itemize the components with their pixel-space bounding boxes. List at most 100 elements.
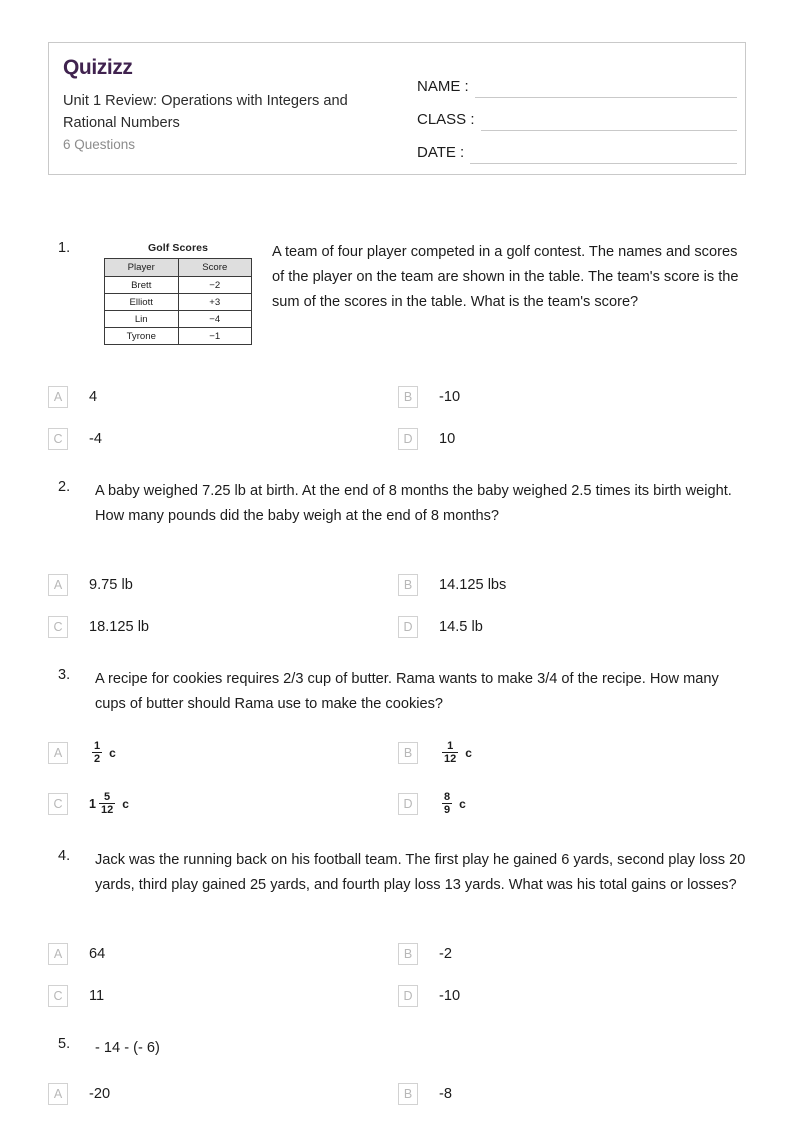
option-d[interactable]: D -10 [398,985,460,1007]
name-field-row: NAME : [417,65,737,98]
option-a[interactable]: A 9.75 lb [48,574,133,596]
option-b[interactable]: B 14.125 lbs [398,574,506,596]
option-letter: B [398,1083,418,1105]
column-header-score: Score [177,258,252,277]
cell-player: Brett [104,276,179,294]
option-text: 1 2 c [89,740,116,765]
option-text: 11 [89,988,105,1004]
student-info-fields: NAME : CLASS : DATE : [417,65,737,164]
question-number: 1. [58,240,71,256]
option-letter: D [398,985,418,1007]
name-input-line[interactable] [474,76,737,98]
option-d[interactable]: D 8 9 c [398,791,466,816]
option-letter: D [398,616,418,638]
fraction-unit: c [465,745,472,760]
option-letter: D [398,428,418,450]
option-text: 18.125 lb [89,619,150,635]
fraction-numerator: 1 [94,740,101,752]
cell-player: Lin [104,310,179,328]
fraction: 1 12 [442,740,459,765]
option-letter: A [48,943,68,965]
table-header-row: Player Score [104,258,252,277]
option-letter: B [398,386,418,408]
option-letter: C [48,985,68,1007]
fraction-unit: c [109,745,116,760]
date-input-line[interactable] [470,142,737,164]
option-letter: B [398,943,418,965]
option-letter: B [398,741,418,764]
option-b[interactable]: B -8 [398,1083,452,1105]
fraction-numerator: 5 [104,791,111,803]
fraction: 5 12 [98,791,116,816]
question-text: A baby weighed 7.25 lb at birth. At the … [95,483,732,524]
page-title: Unit 1 Review: Operations with Integers … [63,93,348,131]
table-row: Lin −4 [104,310,252,328]
table-row: Elliott +3 [104,293,252,311]
option-c[interactable]: C -4 [48,428,102,450]
fraction-whole: 1 [89,796,96,811]
fraction-denominator: 12 [98,803,116,816]
option-text: -10 [439,389,461,405]
option-d[interactable]: D 10 [398,428,455,450]
option-letter: A [48,1083,68,1105]
option-d[interactable]: D 14.5 lb [398,616,483,638]
option-text: 64 [89,946,106,962]
fraction-unit: c [122,796,129,811]
option-text: -2 [439,946,452,962]
option-c[interactable]: C 18.125 lb [48,616,149,638]
cell-score: +3 [177,293,252,311]
class-field-row: CLASS : [417,98,737,131]
date-field-label: DATE : [417,144,465,161]
question-text: A team of four player competed in a golf… [272,244,739,310]
table-row: Brett −2 [104,276,252,294]
option-c[interactable]: C 1 5 12 c [48,791,129,816]
question-text: A recipe for cookies requires 2/3 cup of… [95,671,719,712]
cell-player: Elliott [104,293,179,311]
worksheet-header: Quizizz Unit 1 Review: Operations with I… [48,42,746,175]
cell-player: Tyrone [104,327,179,345]
option-b[interactable]: B -10 [398,386,460,408]
option-letter: C [48,792,68,815]
option-text: 4 [89,389,98,405]
option-text: 1 5 12 c [89,791,129,816]
option-text: 10 [439,431,456,447]
fraction-denominator: 2 [92,752,103,765]
option-b[interactable]: B 1 12 c [398,740,472,765]
table-row: Tyrone −1 [104,327,252,345]
table-caption: Golf Scores [147,242,209,254]
quizizz-logo: Quizizz [63,56,133,79]
class-input-line[interactable] [480,109,737,131]
option-a[interactable]: A 64 [48,943,105,965]
question-number: 2. [58,479,71,495]
cell-score: −2 [177,276,252,294]
option-a[interactable]: A 4 [48,386,97,408]
fraction-denominator: 9 [442,803,453,816]
fraction: 8 9 [442,791,453,816]
option-letter: D [398,792,418,815]
option-text: -4 [89,431,102,447]
worksheet-page: Quizizz Unit 1 Review: Operations with I… [0,0,794,1123]
fraction-unit: c [459,796,466,811]
question-text: Jack was the running back on his footbal… [95,852,746,893]
header-left-column: Quizizz Unit 1 Review: Operations with I… [63,55,413,154]
fraction-numerator: 1 [447,740,454,752]
cell-score: −1 [177,327,252,345]
option-text: -10 [439,988,461,1004]
option-text: 8 9 c [439,791,466,816]
option-text: 1 12 c [439,740,472,765]
option-text: 9.75 lb [89,577,133,593]
golf-scores-table: Player Score Brett −2 Elliott +3 Lin −4 [104,258,252,345]
option-text: 14.125 lbs [439,577,507,593]
option-c[interactable]: C 11 [48,985,104,1007]
option-a[interactable]: A -20 [48,1083,110,1105]
column-header-player: Player [104,258,179,277]
option-letter: C [48,428,68,450]
question-text: - 14 - (- 6) [95,1040,160,1056]
option-letter: A [48,386,68,408]
option-b[interactable]: B -2 [398,943,452,965]
cell-score: −4 [177,310,252,328]
option-a[interactable]: A 1 2 c [48,740,116,765]
golf-scores-figure: Golf Scores Player Score Brett −2 Elliot… [104,242,252,345]
class-field-label: CLASS : [417,111,475,128]
option-text: -8 [439,1086,452,1102]
